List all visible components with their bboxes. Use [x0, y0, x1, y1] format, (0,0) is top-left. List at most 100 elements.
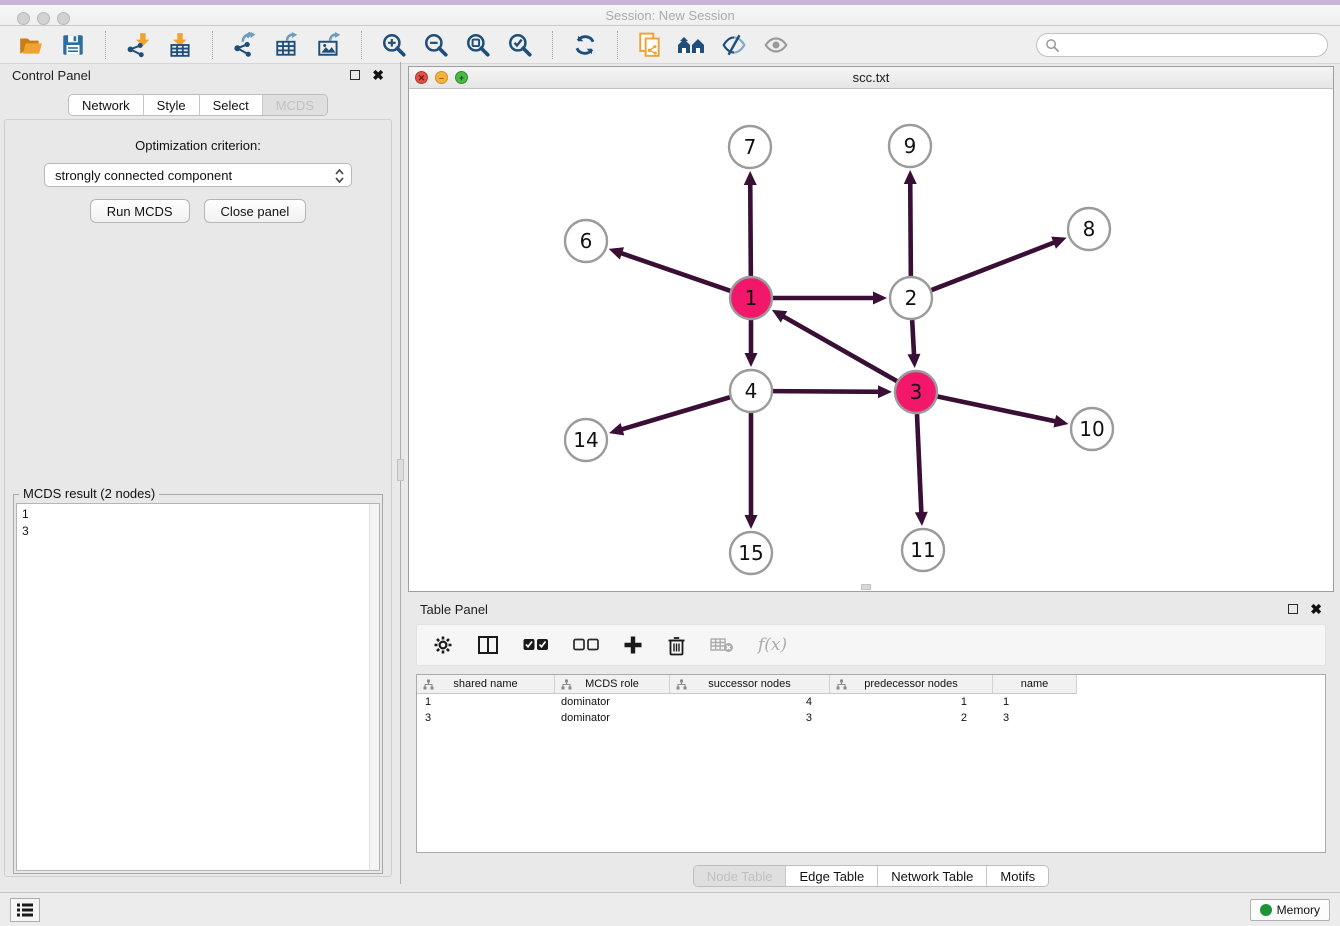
table-cell[interactable]: 3 — [993, 710, 1077, 726]
column-header-name[interactable]: name — [993, 675, 1077, 694]
export-network-icon[interactable] — [230, 30, 260, 60]
column-header-successor-nodes[interactable]: successor nodes — [670, 675, 830, 694]
tab-motifs[interactable]: Motifs — [986, 866, 1048, 886]
column-header-MCDS-role[interactable]: MCDS role — [555, 675, 670, 694]
graph-edge-1-7[interactable] — [750, 181, 751, 276]
zoom-out-icon[interactable] — [421, 30, 451, 60]
close-table-panel-icon[interactable]: ✖ — [1310, 604, 1322, 614]
float-table-panel-icon[interactable] — [1288, 604, 1298, 614]
table-cell[interactable]: 1 — [417, 694, 555, 710]
graph-node-label: 7 — [744, 135, 757, 159]
network-minimize-icon[interactable]: – — [435, 71, 448, 84]
column-header-predecessor-nodes[interactable]: predecessor nodes — [830, 675, 993, 694]
tab-select[interactable]: Select — [199, 95, 262, 115]
network-graph[interactable]: 1234678910111415 — [409, 89, 1333, 591]
task-history-button[interactable] — [10, 898, 40, 922]
memory-label: Memory — [1277, 903, 1320, 917]
network-maximize-icon[interactable]: + — [455, 71, 468, 84]
save-session-icon[interactable] — [58, 30, 88, 60]
graph-edge-arrowhead — [609, 247, 624, 259]
graph-edge-4-14[interactable] — [619, 397, 730, 430]
graph-node-label: 6 — [580, 229, 593, 253]
horizontal-split-handle[interactable] — [861, 584, 871, 590]
tab-edge-table[interactable]: Edge Table — [785, 866, 877, 886]
control-panel: Control Panel ✖ NetworkStyleSelectMCDS O… — [0, 62, 396, 882]
zoom-fit-icon[interactable] — [463, 30, 493, 60]
column-layout-icon[interactable] — [477, 634, 499, 656]
export-image-icon[interactable] — [314, 30, 344, 60]
table-row[interactable]: 3dominator323 — [417, 710, 1325, 726]
zoom-in-icon[interactable] — [379, 30, 409, 60]
open-session-icon[interactable] — [16, 30, 46, 60]
optimization-criterion-select[interactable]: strongly connected component — [44, 163, 352, 187]
tab-style[interactable]: Style — [143, 95, 199, 115]
control-panel-tabs: NetworkStyleSelectMCDS — [68, 94, 328, 116]
table-cell[interactable]: 3 — [417, 710, 555, 726]
table-cell[interactable]: 1 — [830, 694, 993, 710]
add-column-icon[interactable] — [623, 635, 643, 655]
graph-node-label: 11 — [910, 538, 935, 562]
select-all-columns-icon[interactable] — [523, 638, 549, 652]
float-panel-icon[interactable] — [350, 70, 360, 80]
table-cell[interactable]: 3 — [670, 710, 830, 726]
graph-node-label: 1 — [745, 286, 758, 310]
mcds-result-text: 1 3 — [17, 504, 369, 870]
hierarchy-sort-icon — [561, 679, 572, 690]
search-field[interactable] — [1036, 33, 1328, 57]
table-cell[interactable]: dominator — [555, 710, 670, 726]
graph-node-label: 2 — [905, 286, 918, 310]
list-icon — [16, 902, 34, 918]
select-stepper-icon — [334, 167, 345, 188]
deselect-all-columns-icon[interactable] — [573, 638, 599, 652]
close-panel-icon[interactable]: ✖ — [372, 70, 384, 80]
table-cell[interactable]: 4 — [670, 694, 830, 710]
import-table-icon[interactable] — [165, 30, 195, 60]
network-close-icon[interactable]: ✕ — [415, 71, 428, 84]
search-icon — [1045, 38, 1060, 53]
clone-network-icon[interactable] — [635, 30, 665, 60]
mcds-result-box[interactable]: 1 3 — [16, 503, 380, 871]
delete-column-icon[interactable] — [667, 635, 686, 656]
graph-edge-3-1[interactable] — [781, 315, 897, 381]
graph-edge-4-3[interactable] — [773, 391, 882, 392]
table-cell[interactable]: dominator — [555, 694, 670, 710]
run-mcds-button[interactable]: Run MCDS — [90, 199, 190, 223]
graph-edge-2-9[interactable] — [910, 180, 911, 276]
graph-node-label: 4 — [745, 379, 758, 403]
network-canvas[interactable]: 1234678910111415 — [409, 89, 1333, 591]
show-graphics-details-icon[interactable] — [761, 30, 791, 60]
graph-edge-3-11[interactable] — [917, 414, 922, 516]
close-panel-button[interactable]: Close panel — [204, 199, 307, 223]
graph-edge-3-10[interactable] — [938, 397, 1059, 422]
graph-edge-2-8[interactable] — [932, 241, 1058, 290]
hierarchy-sort-icon — [423, 679, 434, 690]
mcds-panel: Optimization criterion: strongly connect… — [4, 119, 392, 877]
table-settings-gear-icon[interactable] — [433, 635, 453, 655]
zoom-selected-icon[interactable] — [505, 30, 535, 60]
vertical-split-handle[interactable] — [397, 459, 404, 481]
table-cell[interactable]: 1 — [993, 694, 1077, 710]
network-window-title: scc.txt — [409, 67, 1333, 88]
hide-graphics-details-icon[interactable] — [719, 30, 749, 60]
first-neighbors-icon[interactable] — [677, 30, 707, 60]
export-table-icon[interactable] — [272, 30, 302, 60]
tab-network[interactable]: Network — [69, 95, 143, 115]
network-view-window: ✕ – + scc.txt 1234678910111415 — [408, 66, 1334, 592]
search-input[interactable] — [1064, 38, 1327, 52]
table-row[interactable]: 1dominator411 — [417, 694, 1325, 710]
table-cell[interactable]: 2 — [830, 710, 993, 726]
mcds-result-scrollbar[interactable] — [369, 504, 379, 870]
column-header-shared-name[interactable]: shared name — [417, 675, 555, 694]
memory-button[interactable]: Memory — [1250, 899, 1330, 921]
tab-node-table[interactable]: Node Table — [694, 866, 786, 886]
graph-edge-1-6[interactable] — [618, 252, 730, 291]
graph-edge-2-3[interactable] — [912, 320, 914, 358]
tab-mcds[interactable]: MCDS — [262, 95, 327, 115]
table-panel: Table Panel ✖ f(x) shared nameMCDS roles… — [408, 596, 1334, 864]
node-table[interactable]: shared nameMCDS rolesuccessor nodesprede… — [416, 674, 1326, 853]
table-toolbar: f(x) — [416, 624, 1326, 666]
tab-network-table[interactable]: Network Table — [877, 866, 986, 886]
network-window-titlebar[interactable]: ✕ – + scc.txt — [409, 67, 1333, 89]
refresh-icon[interactable] — [570, 30, 600, 60]
import-network-icon[interactable] — [123, 30, 153, 60]
